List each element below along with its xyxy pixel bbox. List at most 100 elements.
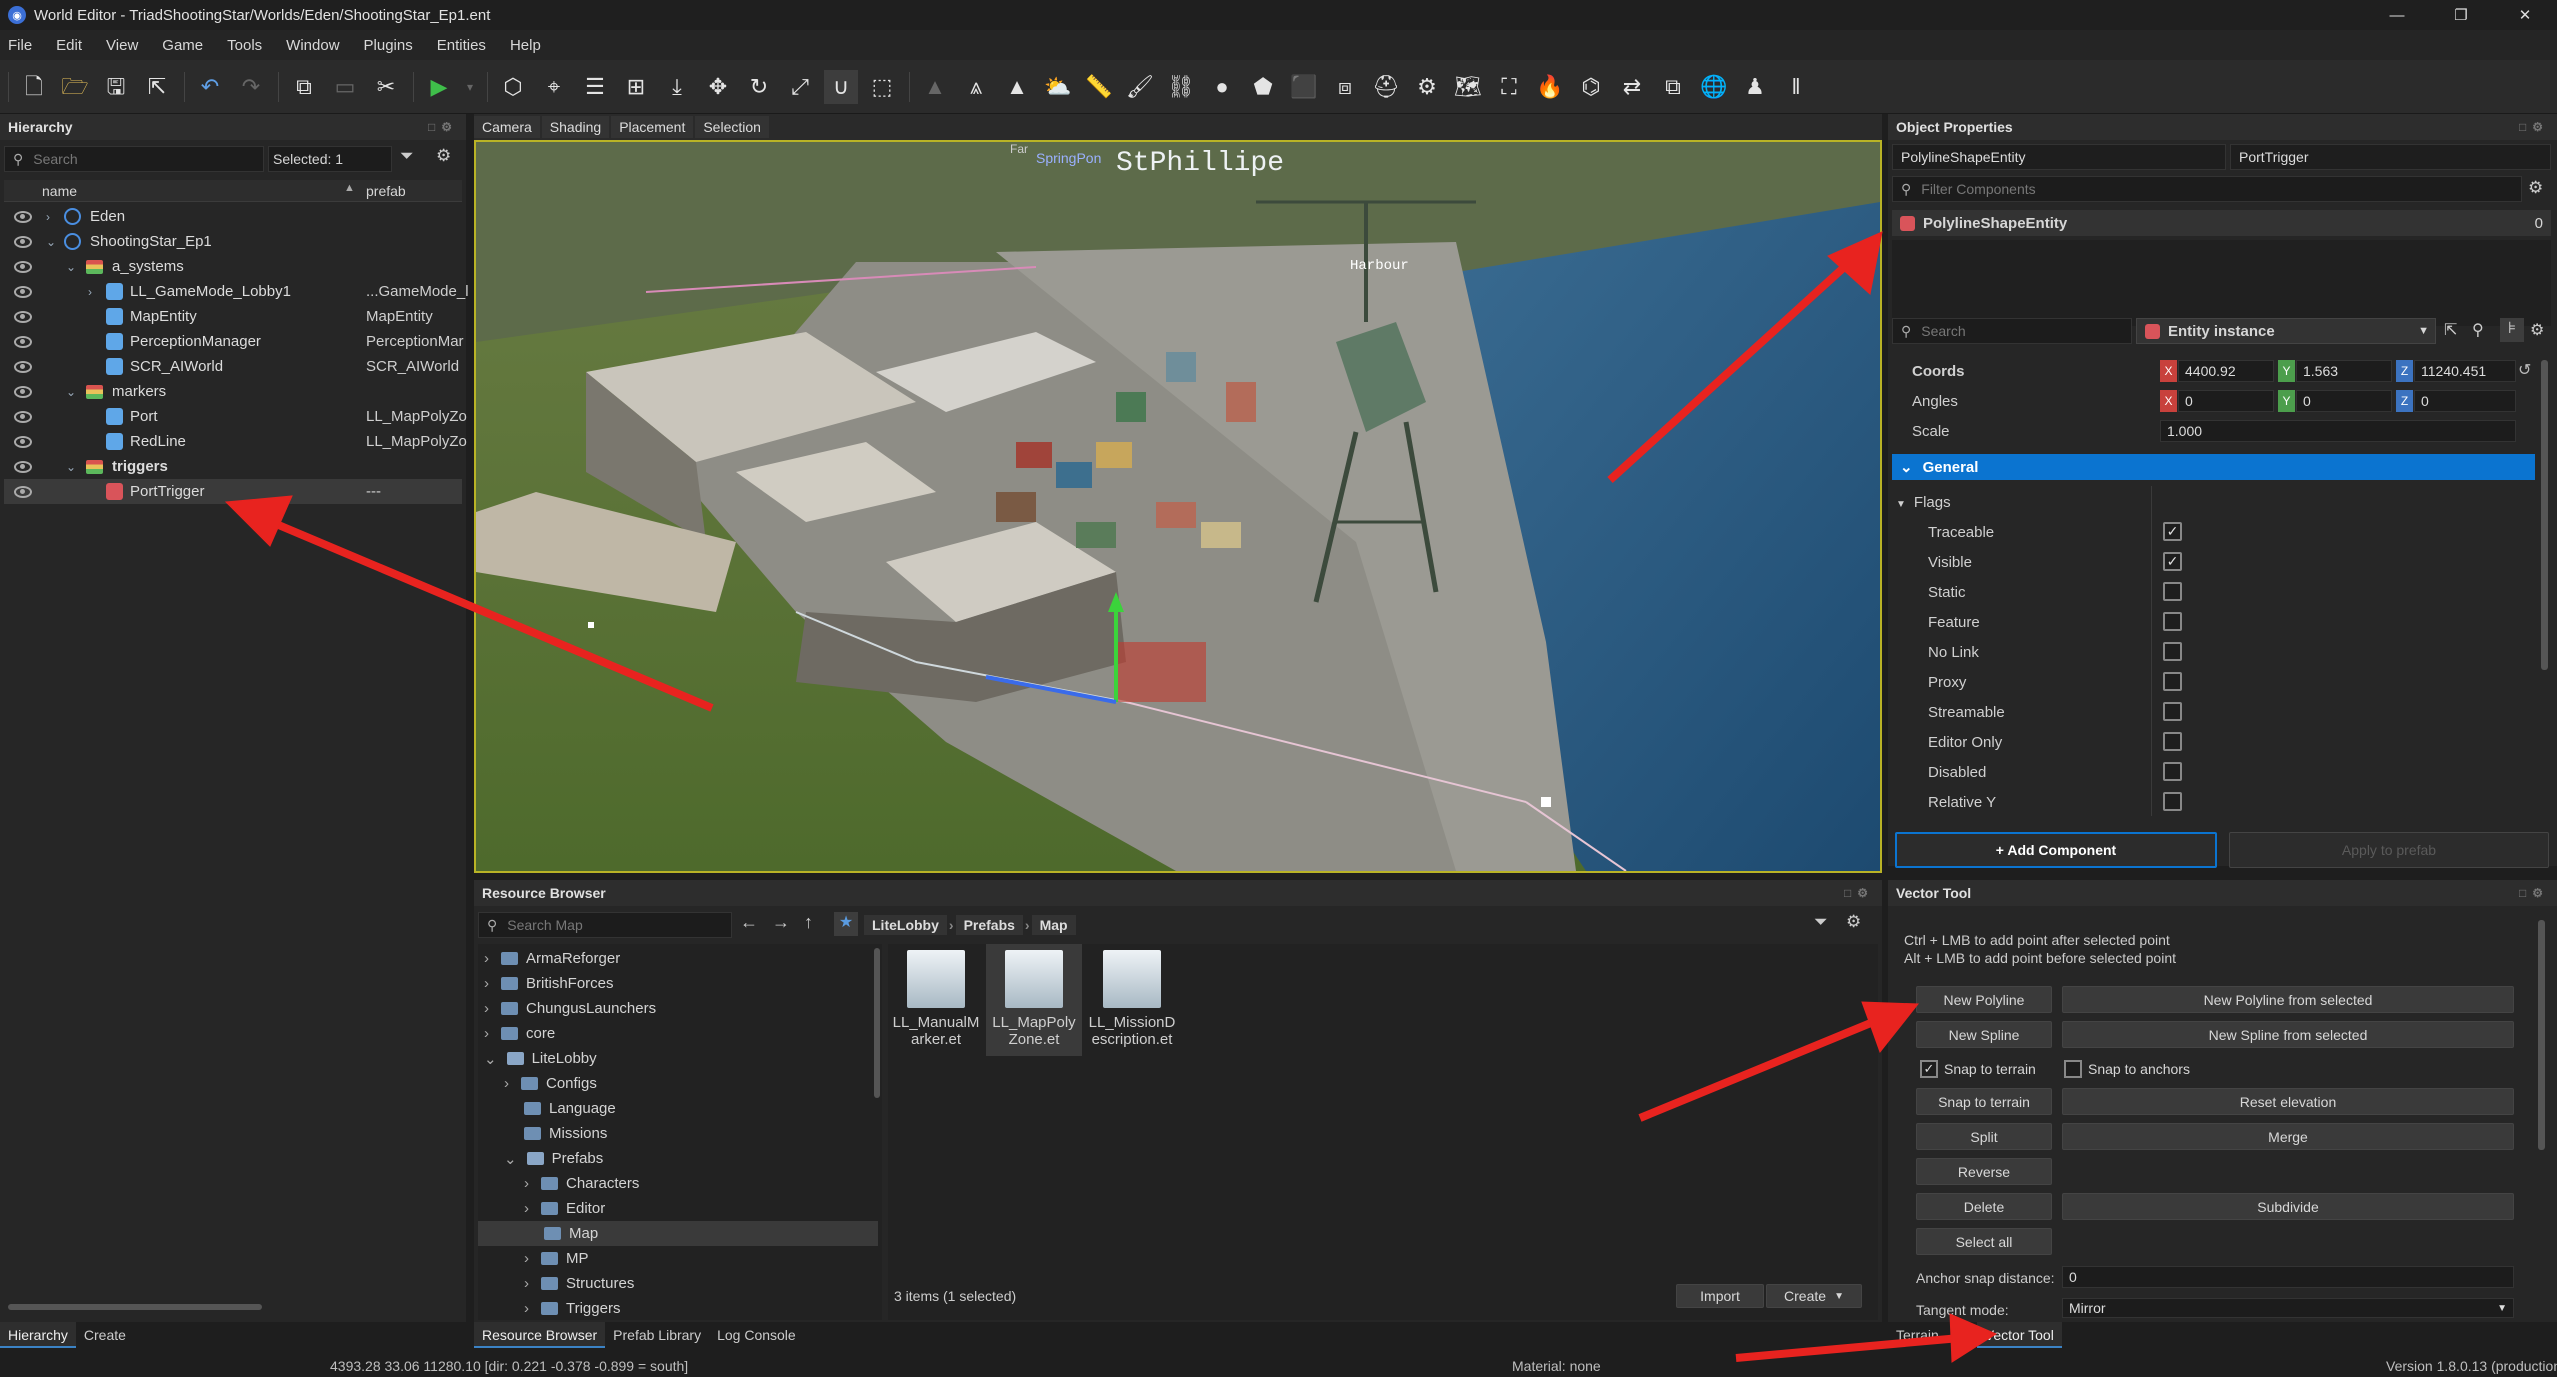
coords-x-input[interactable]: 4400.92 — [2178, 360, 2274, 382]
tab-vector-tool[interactable]: Vector Tool — [1976, 1322, 2062, 1348]
tree-scrollbar[interactable] — [874, 948, 880, 1098]
object-mode-icon[interactable]: ⬡ — [496, 70, 530, 104]
sort-asc-icon[interactable]: ▲ — [344, 182, 355, 194]
tree-row[interactable]: › LL_GameMode_Lobby1 ...GameMode_l — [4, 279, 469, 304]
vector-tool-icon[interactable]: ∪ — [824, 69, 858, 104]
snap-move-icon[interactable]: ⤓ — [660, 70, 694, 104]
flag-visible-checkbox[interactable]: ✓ — [2163, 552, 2182, 571]
new-file-icon[interactable]: 🗋 — [17, 70, 51, 104]
road-icon[interactable]: ⩓ — [959, 70, 993, 104]
tangent-mode-select[interactable]: Mirror ▼ — [2062, 1298, 2514, 1318]
tree-row[interactable]: PerceptionManager PerceptionMar — [4, 329, 464, 354]
column-prefab[interactable]: prefab — [366, 183, 406, 199]
tab-shading[interactable]: Shading — [541, 116, 610, 138]
tree-item[interactable]: ⌄ Prefabs — [504, 1146, 603, 1171]
component-row[interactable]: PolylineShapeEntity 0 — [1892, 210, 2551, 236]
up-arrow-icon[interactable]: ↑ — [804, 912, 813, 933]
tree-row[interactable]: ⌄ triggers — [4, 454, 462, 479]
breadcrumb-prefabs[interactable]: Prefabs — [955, 915, 1023, 935]
hierarchy-search-input[interactable]: ⚲ Search — [4, 146, 264, 172]
properties-scrollbar[interactable] — [2541, 360, 2548, 670]
map-icon[interactable]: 🗺 — [1451, 70, 1485, 104]
flag-feature-checkbox[interactable] — [2163, 612, 2182, 631]
forward-arrow-icon[interactable]: → — [772, 912, 790, 933]
brush-icon[interactable]: 🖌 — [1123, 70, 1157, 104]
tree-row[interactable]: Port LL_MapPolyZo — [4, 404, 467, 429]
box-icon[interactable]: ⬛ — [1287, 70, 1321, 104]
game-icon[interactable]: ⚙ — [1410, 70, 1444, 104]
back-arrow-icon[interactable]: ← — [740, 912, 758, 933]
tree-item[interactable]: Missions — [524, 1121, 607, 1146]
scale-input[interactable]: 1.000 — [2160, 420, 2516, 442]
menu-window[interactable]: Window — [286, 37, 339, 54]
create-button[interactable]: Create ▼ — [1766, 1284, 1862, 1308]
eye-icon[interactable] — [14, 460, 32, 473]
import-button[interactable]: Import — [1676, 1284, 1764, 1308]
open-folder-icon[interactable]: 🗁 — [58, 70, 92, 104]
prefab-icon[interactable]: ⧈ — [1328, 70, 1362, 104]
menu-help[interactable]: Help — [510, 37, 541, 54]
filter-icon[interactable]: ⏷ — [400, 146, 414, 166]
restore-icon[interactable]: ❐ — [2429, 0, 2493, 30]
cut-icon[interactable]: ✂ — [369, 70, 403, 104]
weather-icon[interactable]: ⛅ — [1041, 70, 1075, 104]
chevron-down-icon[interactable]: ⌄ — [46, 235, 56, 249]
sphere-icon[interactable]: ● — [1205, 70, 1239, 104]
apply-to-prefab-button[interactable]: Apply to prefab — [2229, 832, 2549, 868]
paste-icon[interactable]: ▭ — [328, 70, 362, 104]
anchor-snap-distance-input[interactable]: 0 — [2062, 1266, 2514, 1288]
new-spline-button[interactable]: New Spline — [1916, 1021, 2052, 1048]
breadcrumb-map[interactable]: Map — [1031, 915, 1076, 935]
terrain-icon[interactable]: ▲ — [918, 70, 952, 104]
merge-button[interactable]: Merge — [2062, 1123, 2514, 1150]
new-spline-from-selected-button[interactable]: New Spline from selected — [2062, 1021, 2514, 1048]
search-icon[interactable]: ⚲ — [2472, 320, 2484, 340]
hierarchy-view-icon[interactable]: ⊧ — [2500, 318, 2524, 342]
favorite-star-icon[interactable]: ★ — [834, 912, 858, 936]
tab-terrain[interactable]: Terrain — [1888, 1322, 1947, 1348]
reset-icon[interactable]: ↺ — [2518, 360, 2531, 380]
tree-item[interactable]: › Triggers — [524, 1296, 620, 1320]
entity-instance-dropdown[interactable]: Entity instance ▼ — [2136, 318, 2436, 344]
link-icon[interactable]: ⛓ — [1164, 70, 1198, 104]
angles-y-input[interactable]: 0 — [2296, 390, 2392, 412]
eye-icon[interactable] — [14, 360, 32, 373]
flag-editoronly-checkbox[interactable] — [2163, 732, 2182, 751]
eye-icon[interactable] — [14, 260, 32, 273]
tree-item[interactable]: Language — [524, 1096, 616, 1121]
filter-components-input[interactable]: ⚲ Filter Components — [1892, 176, 2522, 202]
properties-search-input[interactable]: ⚲ Search — [1892, 318, 2132, 344]
new-polyline-button[interactable]: New Polyline — [1916, 986, 2052, 1013]
tree-item[interactable]: › ChungusLaunchers — [484, 996, 656, 1021]
tree-item[interactable]: › ArmaReforger — [484, 946, 620, 971]
column-name[interactable]: name — [42, 183, 77, 199]
menu-entities[interactable]: Entities — [437, 37, 486, 54]
stack-icon[interactable]: ⧉ — [1656, 70, 1690, 104]
select-region-icon[interactable]: ⊞ — [619, 70, 653, 104]
snap-to-terrain-button[interactable]: Snap to terrain — [1916, 1088, 2052, 1115]
chevron-right-icon[interactable]: › — [46, 210, 50, 224]
flag-proxy-checkbox[interactable] — [2163, 672, 2182, 691]
menu-view[interactable]: View — [106, 37, 138, 54]
tree-row[interactable]: › Eden — [4, 204, 462, 229]
chevron-right-icon[interactable]: › — [88, 285, 92, 299]
tab-hierarchy[interactable]: Hierarchy — [0, 1322, 76, 1348]
asset-item[interactable]: LL_ManualM arker.et — [888, 944, 984, 1054]
swap-icon[interactable]: ⇄ — [1615, 70, 1649, 104]
gear-icon[interactable]: ⚙ — [2530, 320, 2544, 340]
flag-disabled-checkbox[interactable] — [2163, 762, 2182, 781]
fire-icon[interactable]: 🔥 — [1533, 70, 1567, 104]
coords-z-input[interactable]: 11240.451 — [2414, 360, 2516, 382]
world-icon[interactable]: 🌐 — [1697, 70, 1731, 104]
menu-file[interactable]: File — [8, 37, 32, 54]
new-polyline-from-selected-button[interactable]: New Polyline from selected — [2062, 986, 2514, 1013]
tab-placement[interactable]: Placement — [611, 116, 694, 138]
tree-item[interactable]: › Structures — [524, 1271, 634, 1296]
copy-icon[interactable]: ⧉ — [287, 70, 321, 104]
tab-log-console[interactable]: Log Console — [709, 1322, 804, 1348]
play-icon[interactable]: ▶ — [422, 70, 456, 104]
redo-icon[interactable]: ↷ — [234, 70, 268, 104]
reverse-button[interactable]: Reverse — [1916, 1158, 2052, 1185]
tree-item[interactable]: › MP — [524, 1246, 589, 1271]
tree-icon[interactable]: ▲ — [1000, 70, 1034, 104]
